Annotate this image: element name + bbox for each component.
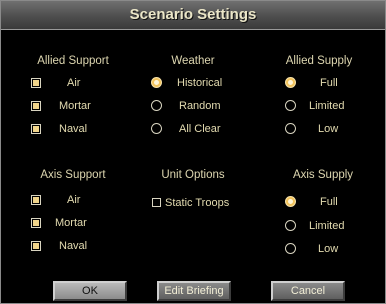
weather-group: Weather: [133, 53, 253, 69]
radio-icon: [285, 196, 296, 207]
radio-icon: [285, 220, 296, 231]
axis-supply-group: Axis Supply: [263, 167, 383, 183]
allied-supply-group: Allied Supply: [259, 53, 379, 69]
checkbox-icon: [31, 241, 41, 251]
checkbox-icon: [31, 195, 41, 205]
radio-icon: [285, 243, 296, 254]
allied-supply-title: Allied Supply: [285, 55, 353, 67]
unit-options-group: Unit Options: [133, 167, 253, 183]
axis-supply-title: Axis Supply: [292, 169, 354, 181]
checkbox-icon: [31, 78, 41, 88]
radio-icon: [151, 123, 162, 134]
allied-support-group: Allied Support: [13, 53, 133, 69]
checkbox-icon: [152, 198, 161, 207]
allied-support-title: Allied Support: [37, 55, 109, 67]
dialog-title: Scenario Settings: [1, 1, 385, 30]
weather-title: Weather: [171, 55, 215, 67]
cancel-button[interactable]: Cancel: [271, 281, 345, 301]
radio-icon: [285, 123, 296, 134]
checkbox-icon: [31, 218, 41, 228]
edit-briefing-button[interactable]: Edit Briefing: [157, 281, 231, 301]
scenario-settings-dialog: Scenario Settings Allied Support Air Mor…: [0, 0, 386, 304]
radio-icon: [285, 77, 296, 88]
radio-icon: [151, 100, 162, 111]
checkbox-icon: [31, 101, 41, 111]
checkbox-icon: [31, 124, 41, 134]
ok-button[interactable]: OK: [53, 281, 127, 301]
radio-icon: [285, 100, 296, 111]
axis-support-title: Axis Support: [40, 169, 106, 181]
axis-support-group: Axis Support: [13, 167, 133, 183]
radio-icon: [151, 77, 162, 88]
unit-options-title: Unit Options: [161, 169, 225, 181]
